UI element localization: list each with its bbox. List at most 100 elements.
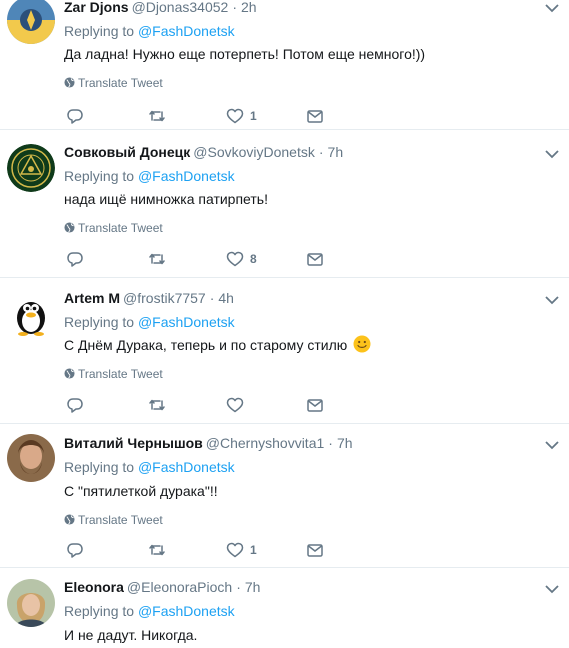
direct-message-button[interactable] [306,249,324,269]
retweet-button[interactable] [148,395,172,415]
tweet-time[interactable]: 2h [241,0,257,15]
tweet-time[interactable]: 7h [245,579,261,595]
user-handle[interactable]: @EleonoraPioch [127,579,232,595]
replying-to-label: Replying to [64,603,138,619]
tweet-actions: 8 [64,249,364,269]
tweet-header: Виталий Чернышов @Chernyshovvita1 · 7h [64,434,353,452]
display-name[interactable]: Eleonora [64,579,124,595]
avatar[interactable] [7,579,55,627]
mention-link[interactable]: @FashDonetsk [138,459,235,475]
mention-link[interactable]: @FashDonetsk [138,168,235,184]
retweet-icon [149,110,165,122]
tweet-header: Eleonora @EleonoraPioch · 7h [64,578,260,596]
replying-to-label: Replying to [64,314,138,330]
chevron-down-icon[interactable] [545,584,559,594]
direct-message-button[interactable] [306,540,324,560]
translate-label: Translate Tweet [78,367,163,381]
mention-link[interactable]: @FashDonetsk [138,603,235,619]
chevron-down-icon[interactable] [545,3,559,13]
replying-to: Replying to @FashDonetsk [64,458,235,476]
heart-icon [226,251,244,267]
avatar-image [7,434,55,482]
replying-to-label: Replying to [64,168,138,184]
tweet-text: нада ищё нимножка патирпеть! [64,191,268,207]
tweet-time[interactable]: 4h [218,290,234,306]
avatar[interactable] [7,434,55,482]
retweet-button[interactable] [148,249,172,269]
chevron-down-icon[interactable] [545,295,559,305]
user-handle[interactable]: @SovkoviyDonetsk [193,144,315,160]
tweet[interactable]: Виталий Чернышов @Chernyshovvita1 · 7h Repl… [0,424,569,568]
reply-button[interactable] [66,249,90,269]
mention-link[interactable]: @FashDonetsk [138,314,235,330]
avatar-image [7,579,55,627]
tweet-header: Zar Djons @Djonas34052 · 2h [64,0,257,16]
replying-to: Replying to @FashDonetsk [64,22,235,40]
globe-icon [64,222,75,233]
display-name[interactable]: Совковый Донецк [64,144,190,160]
smiley-emoji-icon [353,335,371,353]
like-count: 1 [250,543,257,557]
separator-dot: · [236,579,241,595]
avatar[interactable] [7,144,55,192]
display-name[interactable]: Zar Djons [64,0,129,15]
chevron-down-icon[interactable] [545,440,559,450]
translate-tweet[interactable]: Translate Tweet [64,76,163,90]
separator-dot: · [232,0,237,15]
separator-dot: · [328,435,333,451]
translate-tweet[interactable]: Translate Tweet [64,221,163,235]
display-name[interactable]: Виталий Чернышов [64,435,203,451]
tweet-text-content: С Днём Дурака, теперь и по старому стилю [64,337,348,353]
globe-icon [64,514,75,525]
envelope-icon [307,544,323,557]
tweet[interactable]: Zar Djons @Djonas34052 · 2h Replying to @Fa… [0,0,569,130]
tweet-actions [64,395,364,415]
reply-icon [67,398,83,413]
tweet-header: Совковый Донецк @SovkoviyDonetsk · 7h [64,143,343,161]
translate-label: Translate Tweet [78,221,163,235]
tweet[interactable]: Artem M @frostik7757 · 4h Replying to @Fash… [0,278,569,424]
tweet-header: Artem M @frostik7757 · 4h [64,289,234,307]
tweet-actions: 1 [64,106,364,126]
direct-message-button[interactable] [306,395,324,415]
globe-icon [64,77,75,88]
retweet-button[interactable] [148,540,172,560]
user-handle[interactable]: @frostik7757 [123,290,206,306]
reply-button[interactable] [66,106,90,126]
avatar[interactable] [7,0,55,44]
heart-icon [226,542,244,558]
translate-label: Translate Tweet [78,513,163,527]
tweet-time[interactable]: 7h [328,144,344,160]
user-handle[interactable]: @Chernyshovvita1 [206,435,325,451]
like-button[interactable]: 8 [226,249,257,269]
mention-link[interactable]: @FashDonetsk [138,23,235,39]
tweet[interactable]: Совковый Донецк @SovkoviyDonetsk · 7h Reply… [0,132,569,278]
replying-to: Replying to @FashDonetsk [64,313,235,331]
avatar[interactable] [7,288,55,336]
direct-message-button[interactable] [306,106,324,126]
tweet-time[interactable]: 7h [337,435,353,451]
retweet-icon [149,544,165,556]
translate-tweet[interactable]: Translate Tweet [64,513,163,527]
user-handle[interactable]: @Djonas34052 [132,0,229,15]
retweet-button[interactable] [148,106,172,126]
tweet-text: Да ладна! Нужно еще потерпеть! Потом еще… [64,46,426,62]
like-button[interactable]: 1 [226,540,257,560]
like-button[interactable] [226,395,250,415]
envelope-icon [307,399,323,412]
translate-tweet[interactable]: Translate Tweet [64,367,163,381]
tweet[interactable]: Eleonora @EleonoraPioch · 7h Replying to @F… [0,568,569,648]
replying-to: Replying to @FashDonetsk [64,602,235,620]
reply-button[interactable] [66,540,90,560]
like-button[interactable]: 1 [226,106,257,126]
like-count: 8 [250,252,257,266]
chevron-down-icon[interactable] [545,149,559,159]
replying-to-label: Replying to [64,459,138,475]
tweet-actions: 1 [64,540,364,560]
like-count: 1 [250,109,257,123]
separator-dot: · [209,290,215,306]
display-name[interactable]: Artem M [64,290,120,306]
avatar-image [7,288,55,336]
replying-to: Replying to @FashDonetsk [64,167,235,185]
reply-button[interactable] [66,395,90,415]
